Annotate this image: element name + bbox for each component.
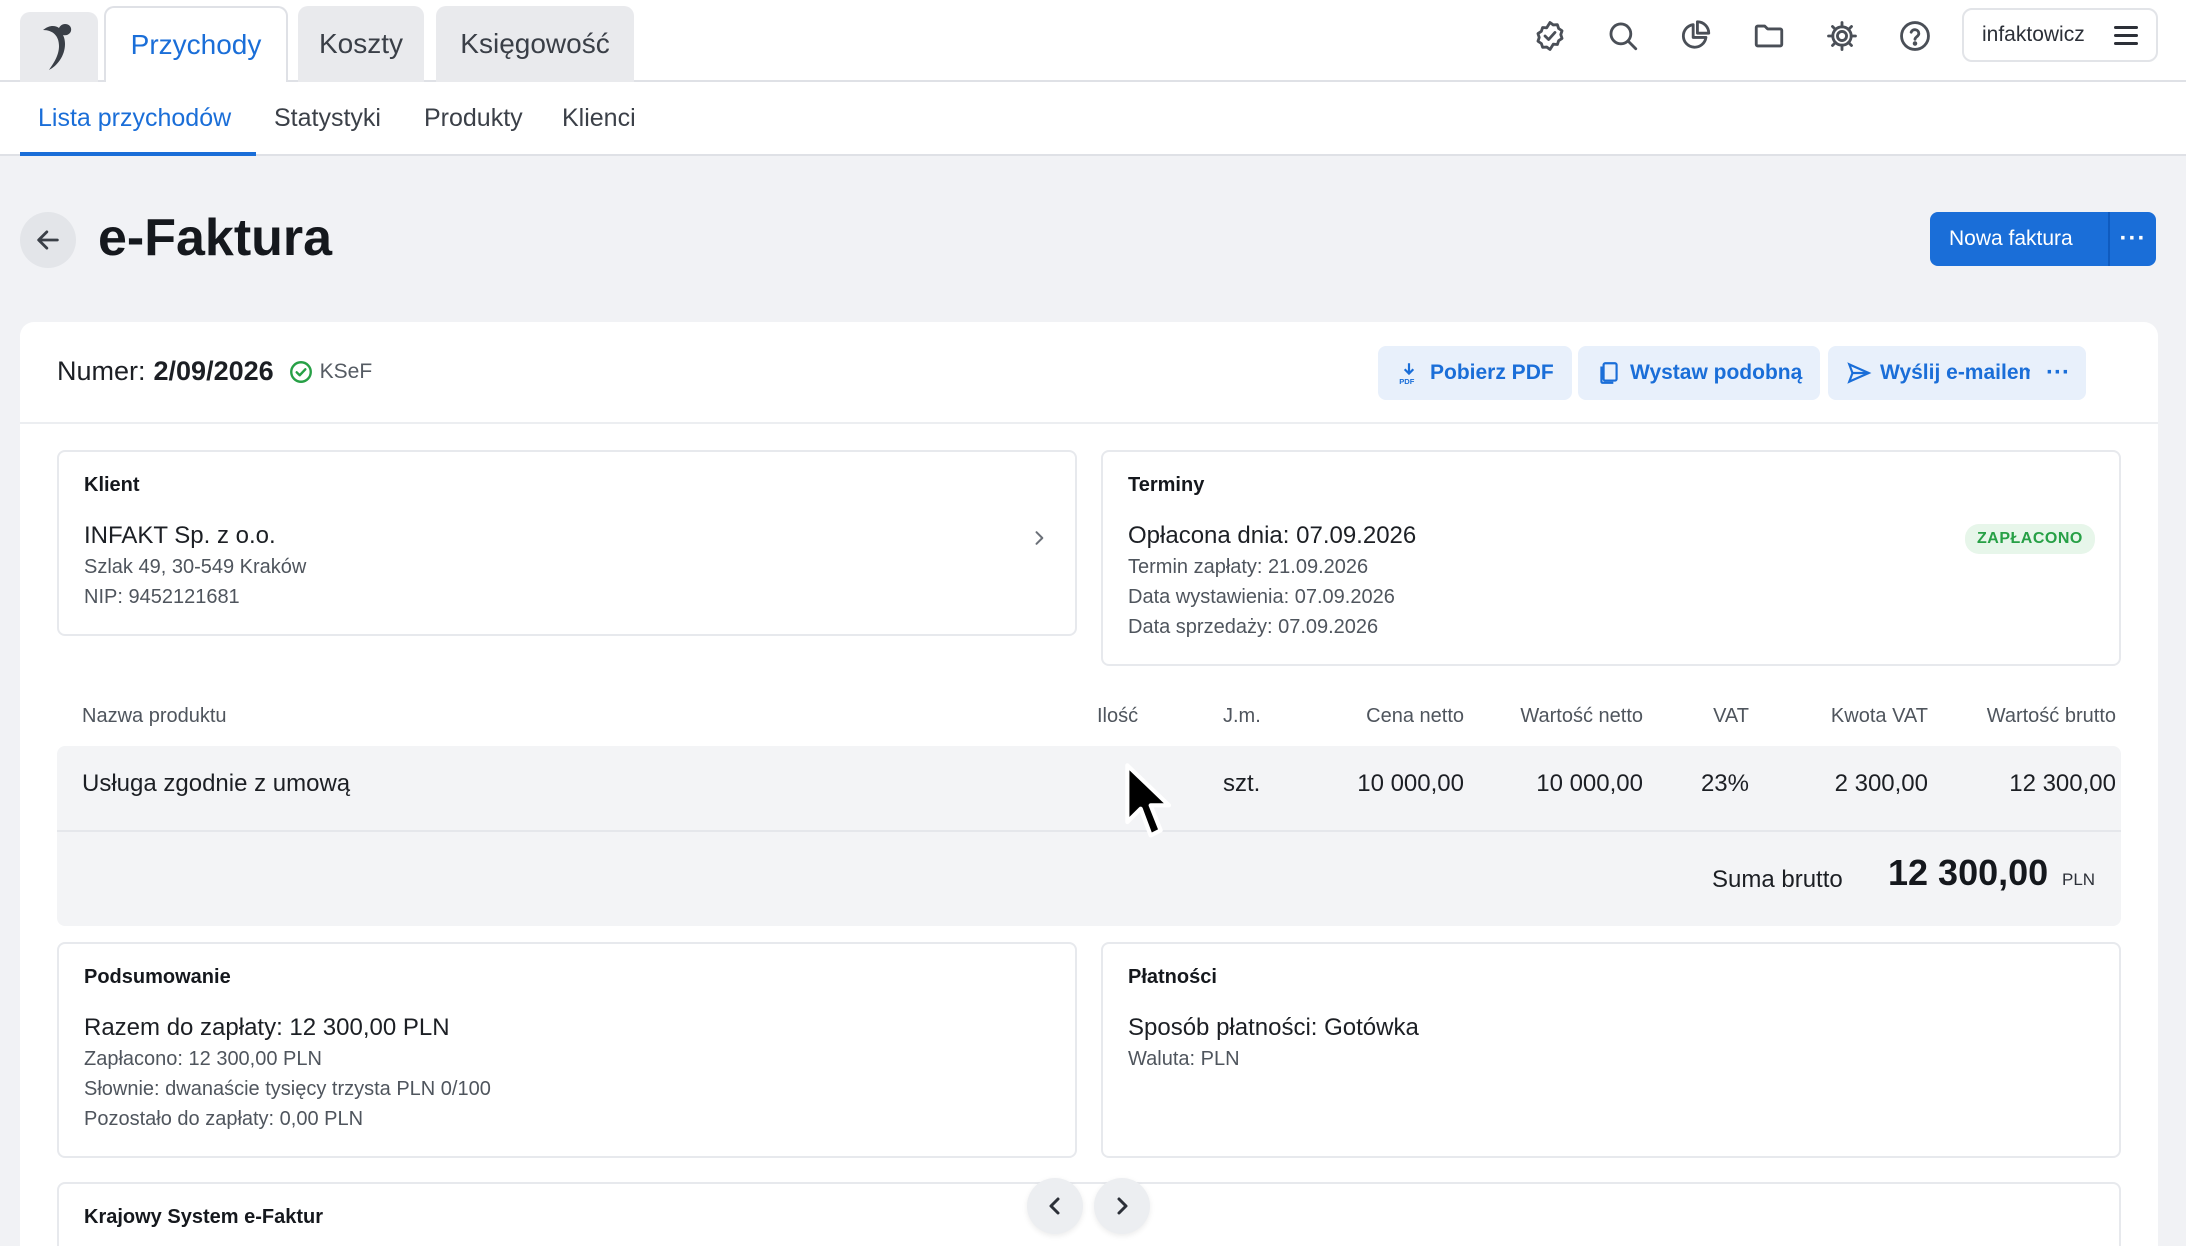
search-icon[interactable] [1601, 14, 1645, 58]
col-header-unit: J.m. [1223, 705, 1261, 727]
issue-similar-label: Wystaw podobną [1630, 361, 1803, 384]
app-logo[interactable] [20, 12, 98, 82]
cell-vat-amount: 2 300,00 [1834, 770, 1928, 797]
sub-navigation: Lista przychodów Statystyki Produkty Kli… [0, 82, 2186, 156]
payment-currency: Waluta: PLN [1128, 1048, 1240, 1070]
subtab-produkty[interactable]: Produkty [424, 104, 523, 133]
pdf-download-icon: PDF [1399, 363, 1415, 386]
top-bar: Przychody Koszty Księgowość infaktowicz [0, 0, 2186, 84]
sum-gross-value: 12 300,00 [1888, 852, 2049, 893]
chevron-right-icon [1035, 531, 1044, 545]
terms-title: Terminy [1128, 474, 1205, 496]
payments-title: Płatności [1128, 966, 1217, 988]
download-pdf-button[interactable]: PDF Pobierz PDF [1378, 346, 1572, 400]
next-page-button[interactable] [1094, 1178, 1150, 1234]
client-address: Szlak 49, 30-549 Kraków [84, 556, 307, 578]
arrow-left-icon [37, 230, 59, 250]
tab-ksiegowosc[interactable]: Księgowość [436, 6, 634, 82]
client-box[interactable]: Klient INFAKT Sp. z o.o. Szlak 49, 30-54… [57, 450, 1077, 636]
gear-icon[interactable] [1820, 14, 1864, 58]
cell-unit: szt. [1223, 770, 1261, 797]
svg-text:PDF: PDF [1399, 377, 1415, 386]
issue-date: Data wystawienia: 07.09.2026 [1128, 586, 1395, 608]
summary-paid: Zapłacono: 12 300,00 PLN [84, 1048, 322, 1070]
sum-gross-currency: PLN [2062, 870, 2096, 889]
row-divider [57, 830, 2121, 832]
user-menu-button[interactable]: infaktowicz [1962, 8, 2158, 62]
due-date: Termin zapłaty: 21.09.2026 [1128, 556, 1369, 578]
issue-similar-button[interactable]: Wystaw podobną [1578, 346, 1821, 400]
client-name: INFAKT Sp. z o.o. [84, 522, 276, 549]
ksef-section-title: Krajowy System e-Faktur [84, 1206, 323, 1228]
cell-net-value: 10 000,00 [1536, 770, 1643, 797]
ksef-box: Krajowy System e-Faktur [57, 1182, 2121, 1246]
new-invoice-more-button[interactable]: ··· [2110, 225, 2156, 253]
send-icon [1847, 362, 1872, 384]
status-badge: ZAPŁACONO [1965, 524, 2095, 554]
col-header-net-value: Wartość netto [1520, 705, 1643, 727]
invoice-more-button[interactable]: ··· [2030, 346, 2086, 400]
summary-words: Słownie: dwanaście tysięcy trzysta PLN 0… [84, 1078, 491, 1100]
col-header-net-price: Cena netto [1366, 705, 1464, 727]
ksef-label: KSeF [319, 359, 373, 383]
invoice-number: Numer: 2/09/2026 KSeF [57, 356, 372, 387]
help-icon[interactable] [1893, 14, 1937, 58]
page-title: e-Faktura [98, 209, 333, 267]
prev-page-button[interactable] [1027, 1178, 1083, 1234]
bird-logo-icon [43, 24, 72, 70]
invoice-number-label: Numer: [57, 356, 146, 386]
paid-on-date: Opłacona dnia: 07.09.2026 [1128, 522, 1417, 549]
check-circle-icon [289, 360, 312, 383]
payment-method: Sposób płatności: Gotówka [1128, 1014, 1419, 1041]
cell-net-price: 10 000,00 [1357, 770, 1464, 797]
summary-total: Razem do zapłaty: 12 300,00 PLN [84, 1014, 450, 1041]
col-header-vat-amount: Kwota VAT [1830, 705, 1928, 727]
summary-title: Podsumowanie [84, 966, 231, 988]
back-button[interactable] [20, 212, 76, 268]
mouse-cursor-icon [1125, 763, 1172, 838]
client-nip: NIP: 9452121681 [84, 586, 240, 608]
col-header-qty: Ilość [1097, 705, 1139, 727]
new-invoice-button[interactable]: Nowa faktura [1930, 227, 2108, 251]
send-email-button[interactable]: Wyślij e-mailem [1828, 346, 2056, 400]
hamburger-icon [2114, 26, 2138, 50]
subtab-statystyki[interactable]: Statystyki [274, 104, 381, 133]
subtab-klienci[interactable]: Klienci [562, 104, 636, 133]
terms-box: Terminy Opłacona dnia: 07.09.2026 Termin… [1101, 450, 2121, 666]
active-tab-indicator [20, 152, 256, 156]
sale-date: Data sprzedaży: 07.09.2026 [1128, 616, 1379, 638]
user-name: infaktowicz [1982, 23, 2085, 46]
download-pdf-label: Pobierz PDF [1430, 361, 1554, 384]
col-header-name: Nazwa produktu [82, 705, 227, 727]
send-email-label: Wyślij e-mailem [1880, 361, 2038, 384]
copy-icon [1600, 362, 1618, 384]
cell-name: Usługa zgodnie z umową [82, 770, 351, 797]
invoice-card-header: Numer: 2/09/2026 KSeF PDF Pobierz PDF Wy… [20, 322, 2158, 424]
col-header-vat: VAT [1713, 705, 1749, 727]
chevron-left-icon [1049, 1197, 1060, 1215]
invoice-card: Numer: 2/09/2026 KSeF PDF Pobierz PDF Wy… [20, 322, 2158, 1246]
summary-remaining: Pozostało do zapłaty: 0,00 PLN [84, 1108, 364, 1130]
invoice-number-value: 2/09/2026 [153, 356, 274, 386]
pie-chart-icon[interactable] [1674, 14, 1718, 58]
ksef-status: KSeF [288, 359, 373, 385]
tab-koszty[interactable]: Koszty [298, 6, 424, 82]
new-invoice-split-button: Nowa faktura ··· [1930, 212, 2156, 266]
summary-box: Podsumowanie Razem do zapłaty: 12 300,00… [57, 942, 1077, 1158]
sum-gross-label: Suma brutto [1712, 866, 1843, 893]
chevron-right-icon [1117, 1197, 1128, 1215]
cell-gross: 12 300,00 [2009, 770, 2116, 797]
client-title: Klient [84, 474, 140, 496]
tab-przychody[interactable]: Przychody [104, 6, 288, 84]
folder-icon[interactable] [1747, 14, 1791, 58]
col-header-gross: Wartość brutto [1986, 705, 2116, 727]
cell-vat: 23% [1700, 770, 1749, 797]
payments-box: Płatności Sposób płatności: Gotówka Walu… [1101, 942, 2121, 1158]
subtab-lista-przychodow[interactable]: Lista przychodów [38, 104, 231, 133]
verified-icon[interactable] [1528, 14, 1572, 58]
